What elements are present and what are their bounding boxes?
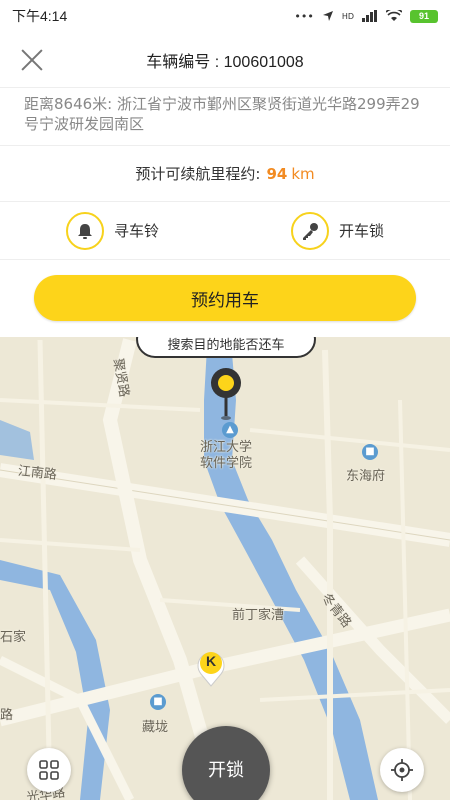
map-label-lu: 路 [0, 708, 14, 723]
building-icon: ■ [362, 444, 378, 460]
vehicle-info-panel: 车辆编号 : 100601008 距离8646米: 浙江省宁波市鄞州区聚贤街道光… [0, 32, 450, 337]
wifi-icon [386, 10, 402, 21]
grid-icon [39, 760, 59, 780]
map-label-zangchuan: 藏垅 [142, 720, 169, 735]
range-value: 94 [266, 164, 288, 183]
car-marker-letter: K [205, 653, 217, 669]
close-icon[interactable] [18, 46, 46, 74]
map-label-university: 浙江大学 软件学院 [200, 440, 253, 471]
map-label-qianding: 前丁家漕 [232, 608, 285, 623]
grid-menu-button[interactable] [27, 748, 71, 792]
key-icon [290, 211, 329, 250]
find-bell-button[interactable]: 寻车铃 [0, 202, 225, 259]
unlock-door-label: 开车锁 [338, 222, 384, 240]
vehicle-number: 车辆编号 : 100601008 [146, 53, 304, 71]
signal-bars-icon [362, 10, 377, 22]
battery-icon: 91 [410, 9, 438, 23]
find-bell-label: 寻车铃 [113, 222, 159, 240]
vehicle-address: 距离8646米: 浙江省宁波市鄞州区聚贤街道光华路299弄29号宁波研发园南区 [0, 88, 450, 146]
range-info: 预计可续航里程约: 94 km [0, 146, 450, 202]
status-icons: ••• HD 91 [294, 9, 438, 23]
status-bar: 下午4:14 ••• HD 91 [0, 0, 450, 32]
building-icon: ■ [150, 694, 166, 710]
school-icon: ▲ [222, 422, 238, 438]
map-label-donghaifu: 东海府 [346, 469, 386, 484]
bell-icon [65, 211, 104, 250]
book-vehicle-button[interactable]: 预约用车 [34, 275, 416, 321]
map-label-shijia: 石家 [0, 630, 27, 645]
range-label: 预计可续航里程约: [135, 165, 261, 183]
range-unit: km [291, 164, 315, 183]
location-arrow-icon [322, 11, 333, 21]
unlock-door-button[interactable]: 开车锁 [225, 202, 450, 259]
car-marker[interactable]: K [195, 648, 227, 688]
network-type-icon: HD [341, 11, 354, 21]
quick-actions: 寻车铃 开车锁 [0, 202, 450, 260]
location-pin-icon [211, 368, 241, 420]
panel-header: 车辆编号 : 100601008 [0, 32, 450, 88]
signal-dots-icon: ••• [294, 9, 314, 23]
locate-me-button[interactable] [380, 748, 424, 792]
crosshair-icon [391, 759, 413, 781]
map-label-jiangnan-road: 江南路 [17, 463, 58, 483]
status-time: 下午4:14 [12, 8, 68, 24]
book-button-wrap: 预约用车 [0, 260, 450, 336]
